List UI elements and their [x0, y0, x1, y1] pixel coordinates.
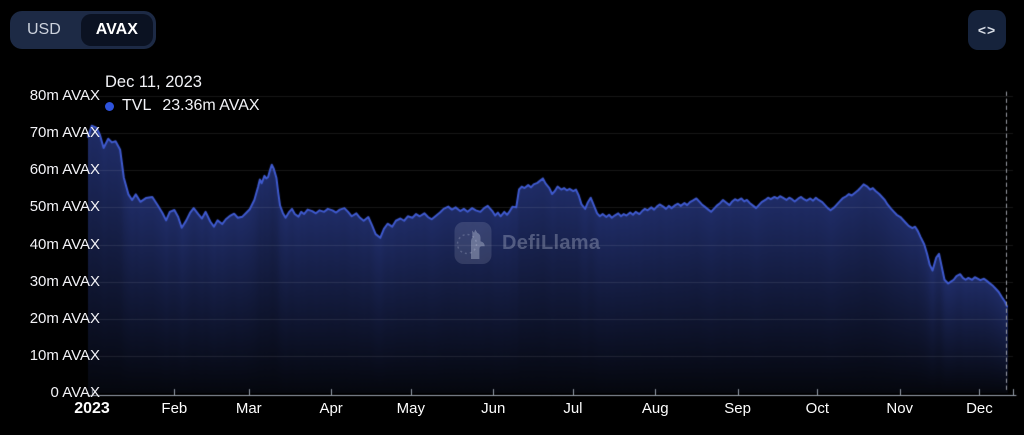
- defillama-tvl-chart-widget: USD AVAX <> Dec 11, 2023 TVL 23.36m AVAX…: [0, 0, 1024, 435]
- tvl-area-chart-canvas[interactable]: [0, 0, 1024, 435]
